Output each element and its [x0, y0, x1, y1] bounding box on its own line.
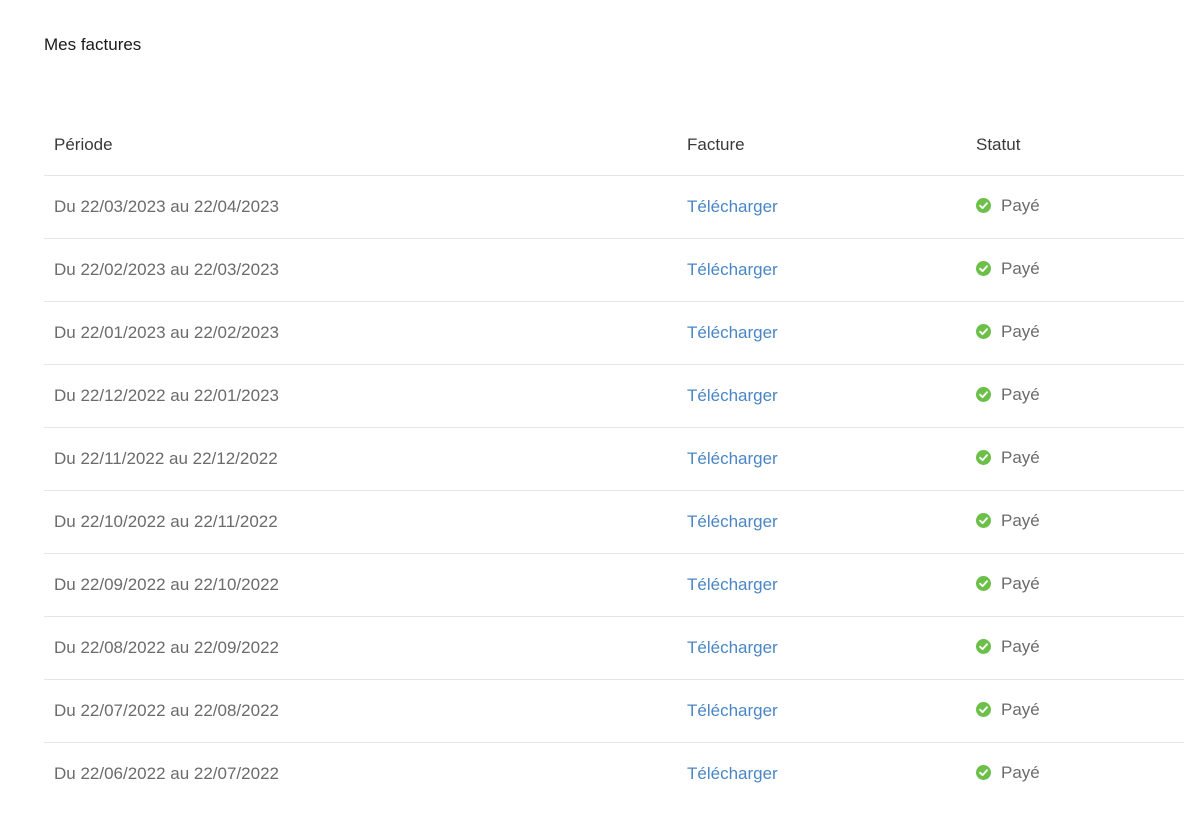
table-row: Du 22/01/2023 au 22/02/2023 Télécharger Pa… [44, 301, 1184, 365]
invoice-cell: Télécharger [677, 238, 966, 302]
status-badge: Payé [976, 511, 1040, 531]
table-row: Du 22/11/2022 au 22/12/2022 Télécharger Pa… [44, 427, 1184, 491]
status-badge: Payé [976, 385, 1040, 405]
status-cell: Payé [966, 427, 1184, 491]
status-badge: Payé [976, 700, 1040, 720]
invoice-cell: Télécharger [677, 743, 966, 806]
download-invoice-link[interactable]: Télécharger [687, 449, 778, 468]
invoice-cell: Télécharger [677, 616, 966, 680]
check-circle-icon [976, 261, 991, 277]
download-invoice-link[interactable]: Télécharger [687, 512, 778, 531]
invoice-cell: Télécharger [677, 490, 966, 554]
invoices-table: Période Facture Statut Du 22/03/2023 au … [44, 114, 1184, 805]
download-invoice-link[interactable]: Télécharger [687, 323, 778, 342]
download-invoice-link[interactable]: Télécharger [687, 764, 778, 783]
table-row: Du 22/12/2022 au 22/01/2023 Télécharger Pa… [44, 364, 1184, 428]
check-circle-icon [976, 387, 991, 403]
status-badge: Payé [976, 574, 1040, 594]
check-circle-icon [976, 702, 991, 718]
status-badge: Payé [976, 259, 1040, 279]
status-label: Payé [1001, 573, 1040, 593]
status-cell: Payé [966, 301, 1184, 365]
status-label: Payé [1001, 384, 1040, 404]
invoice-cell: Télécharger [677, 364, 966, 428]
period-cell: Du 22/06/2022 au 22/07/2022 [54, 764, 279, 783]
status-cell: Payé [966, 175, 1184, 239]
check-circle-icon [976, 576, 991, 592]
status-cell: Payé [966, 616, 1184, 680]
status-badge: Payé [976, 763, 1040, 783]
status-cell: Payé [966, 743, 1184, 806]
check-circle-icon [976, 324, 991, 340]
status-label: Payé [1001, 636, 1040, 656]
download-invoice-link[interactable]: Télécharger [687, 260, 778, 279]
status-cell: Payé [966, 364, 1184, 428]
status-label: Payé [1001, 447, 1040, 467]
period-cell: Du 22/12/2022 au 22/01/2023 [44, 364, 677, 428]
check-circle-icon [976, 513, 991, 529]
status-badge: Payé [976, 448, 1040, 468]
status-label: Payé [1001, 195, 1040, 215]
table-row: Du 22/08/2022 au 22/09/2022 Télécharger Pa… [44, 616, 1184, 680]
page-title: Mes factures [44, 35, 142, 54]
download-invoice-link[interactable]: Télécharger [687, 638, 778, 657]
status-label: Payé [1001, 321, 1040, 341]
invoice-cell: Télécharger [677, 301, 966, 365]
table-header-row: Période Facture Statut [44, 114, 1184, 176]
download-invoice-link[interactable]: Télécharger [687, 386, 778, 405]
invoice-cell: Télécharger [677, 427, 966, 491]
status-label: Payé [1001, 699, 1040, 719]
period-cell: Du 22/02/2023 au 22/03/2023 [44, 238, 677, 302]
status-badge: Payé [976, 196, 1040, 216]
table-header: Période Facture Statut [44, 114, 1184, 176]
invoice-column-header: Facture [677, 114, 966, 176]
period-cell: Du 22/10/2022 au 22/11/2022 [44, 490, 677, 554]
status-badge: Payé [976, 637, 1040, 657]
download-invoice-link[interactable]: Télécharger [687, 701, 778, 720]
invoice-cell: Télécharger [677, 553, 966, 617]
table-row: Du 22/03/2023 au 22/04/2023 Télécharger Pa… [44, 175, 1184, 239]
period-cell: Du 22/01/2023 au 22/02/2023 [44, 301, 677, 365]
table-row: Du 22/06/2022 au 22/07/2022 Télécharger Pa… [44, 743, 1184, 806]
status-badge: Payé [976, 322, 1040, 342]
status-label: Payé [1001, 762, 1040, 782]
table-row: Du 22/02/2023 au 22/03/2023 Télécharger Pa… [44, 238, 1184, 302]
table-body: Du 22/03/2023 au 22/04/2023 Télécharger Pa… [44, 175, 1184, 806]
check-circle-icon [976, 198, 991, 214]
period-cell: Du 22/09/2022 au 22/10/2022 [44, 553, 677, 617]
status-label: Payé [1001, 510, 1040, 530]
invoice-cell: Télécharger [677, 679, 966, 743]
status-cell: Payé [966, 238, 1184, 302]
download-invoice-link[interactable]: Télécharger [687, 575, 778, 594]
status-cell: Payé [966, 679, 1184, 743]
status-cell: Payé [966, 553, 1184, 617]
table-row: Du 22/09/2022 au 22/10/2022 Télécharger Pa… [44, 553, 1184, 617]
status-label: Payé [1001, 258, 1040, 278]
check-circle-icon [976, 450, 991, 466]
period-cell: Du 22/11/2022 au 22/12/2022 [44, 427, 677, 491]
period-cell: Du 22/03/2023 au 22/04/2023 [44, 175, 677, 239]
check-circle-icon [976, 639, 991, 655]
table-row: Du 22/10/2022 au 22/11/2022 Télécharger Pa… [44, 490, 1184, 554]
status-column-header: Statut [966, 114, 1184, 176]
period-cell: Du 22/07/2022 au 22/08/2022 [44, 679, 677, 743]
table-row: Du 22/07/2022 au 22/08/2022 Télécharger Pa… [44, 679, 1184, 743]
period-cell: Du 22/08/2022 au 22/09/2022 [44, 616, 677, 680]
download-invoice-link[interactable]: Télécharger [687, 197, 778, 216]
status-cell: Payé [966, 490, 1184, 554]
invoice-cell: Télécharger [677, 175, 966, 239]
period-column-header: Période [44, 114, 677, 176]
check-circle-icon [976, 765, 991, 781]
